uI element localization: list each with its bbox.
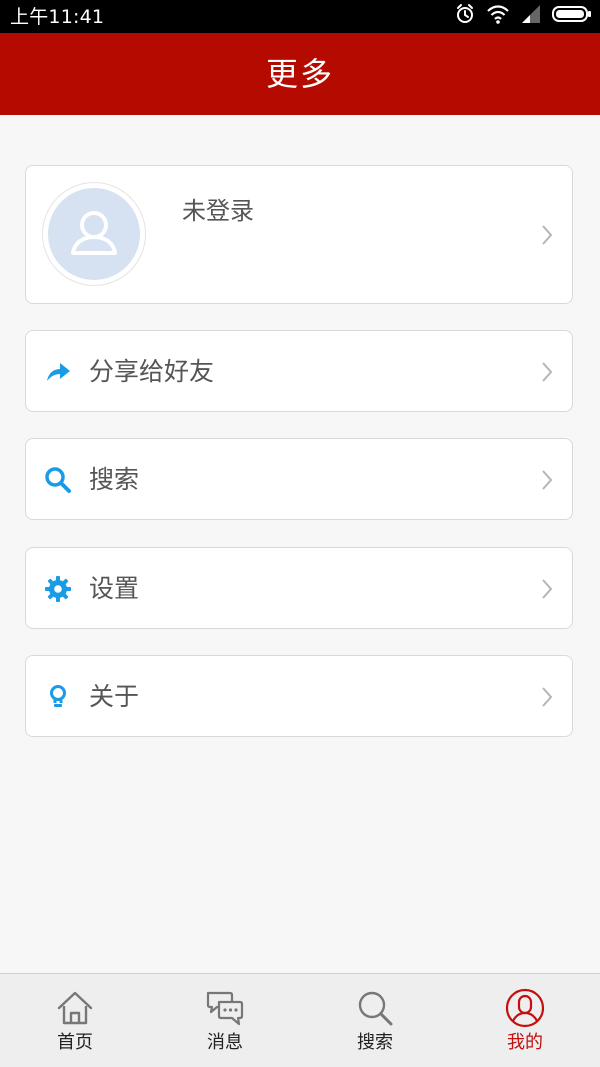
main-content: 未登录 分享给好友 搜索 设置 关于 xyxy=(0,115,600,973)
chevron-right-icon xyxy=(542,579,553,599)
about-menu-item[interactable]: 关于 xyxy=(25,655,573,737)
lightbulb-icon xyxy=(44,683,72,711)
tab-search[interactable]: 搜索 xyxy=(325,988,425,1058)
chevron-right-icon xyxy=(542,470,553,490)
wifi-icon xyxy=(486,3,510,29)
tab-profile[interactable]: 我的 xyxy=(475,988,575,1058)
tab-messages[interactable]: 消息 xyxy=(175,988,275,1058)
tab-label: 搜索 xyxy=(357,1032,393,1053)
tab-home[interactable]: 首页 xyxy=(25,988,125,1058)
gear-icon xyxy=(44,575,72,603)
search-icon xyxy=(44,466,72,494)
home-icon xyxy=(55,988,95,1028)
status-icons xyxy=(454,3,592,29)
tab-label: 首页 xyxy=(57,1032,93,1053)
profile-icon xyxy=(505,988,545,1028)
chevron-right-icon xyxy=(542,225,553,245)
search-icon xyxy=(355,988,395,1028)
avatar xyxy=(42,182,146,286)
status-bar: 上午11:41 xyxy=(0,0,600,33)
avatar-placeholder-icon xyxy=(48,188,140,280)
menu-item-label: 分享给好友 xyxy=(89,357,215,386)
status-time: 上午11:41 xyxy=(10,6,105,28)
menu-item-label: 关于 xyxy=(89,682,140,711)
signal-icon xyxy=(520,3,542,29)
menu-item-label: 搜索 xyxy=(89,465,140,494)
chevron-right-icon xyxy=(542,687,553,707)
share-menu-item[interactable]: 分享给好友 xyxy=(25,330,573,412)
share-icon xyxy=(44,358,72,386)
app-header: 更多 xyxy=(0,33,600,115)
battery-icon xyxy=(552,3,592,29)
alarm-icon xyxy=(454,3,476,29)
search-menu-item[interactable]: 搜索 xyxy=(25,438,573,520)
menu-item-label: 设置 xyxy=(89,574,140,603)
page-title: 更多 xyxy=(265,55,334,93)
bottom-tab-bar: 首页 消息 搜索 我的 xyxy=(0,973,600,1067)
settings-menu-item[interactable]: 设置 xyxy=(25,547,573,629)
profile-card[interactable]: 未登录 xyxy=(25,165,573,304)
login-status: 未登录 xyxy=(182,197,254,225)
tab-label: 我的 xyxy=(507,1032,543,1053)
tab-label: 消息 xyxy=(207,1032,243,1053)
message-icon xyxy=(205,988,245,1028)
chevron-right-icon xyxy=(542,362,553,382)
